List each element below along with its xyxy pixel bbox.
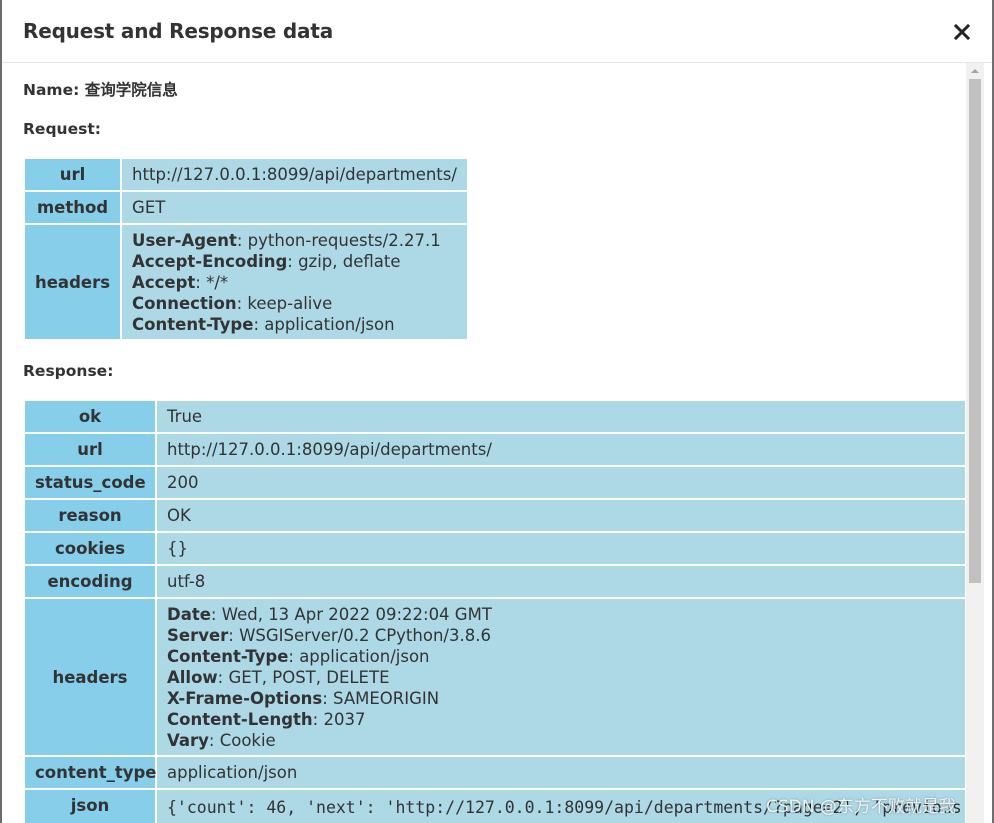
header-name: Accept xyxy=(132,272,196,292)
header-name: X-Frame-Options xyxy=(167,688,323,708)
modal-header: Request and Response data xyxy=(2,0,992,63)
header-line: Vary: Cookie xyxy=(167,730,957,751)
request-value-method: GET xyxy=(122,192,467,223)
vertical-scrollbar[interactable] xyxy=(966,63,984,823)
header-line: Content-Type: application/json xyxy=(167,646,957,667)
request-row-method: method GET xyxy=(25,192,467,223)
header-value: : application/json xyxy=(253,314,395,334)
response-key-headers: headers xyxy=(25,599,155,755)
header-name: Allow xyxy=(167,667,218,687)
header-line: Date: Wed, 13 Apr 2022 09:22:04 GMT xyxy=(167,604,957,625)
name-line: Name: 查询学院信息 xyxy=(23,78,178,100)
request-label: Request: xyxy=(23,120,101,138)
request-table: url http://127.0.0.1:8099/api/department… xyxy=(23,157,469,341)
header-line: Content-Type: application/json xyxy=(132,314,457,335)
header-value: : GET, POST, DELETE xyxy=(217,667,390,687)
header-name: Server xyxy=(167,625,229,645)
header-line: Content-Length: 2037 xyxy=(167,709,957,730)
response-value-cookies: {} xyxy=(157,533,965,564)
response-value-reason: OK xyxy=(157,500,965,531)
response-value-ok: True xyxy=(157,401,965,432)
header-value: : application/json xyxy=(288,646,430,666)
header-value: : Wed, 13 Apr 2022 09:22:04 GMT xyxy=(210,604,492,624)
response-table: ok True url http://127.0.0.1:8099/api/de… xyxy=(23,399,965,823)
header-value: : keep-alive xyxy=(236,293,333,313)
response-key-content-type: content_type xyxy=(25,757,156,788)
header-name: Accept-Encoding xyxy=(132,251,288,271)
request-row-headers: headers User-Agent: python-requests/2.27… xyxy=(25,225,467,339)
request-value-url: http://127.0.0.1:8099/api/departments/ xyxy=(122,159,467,190)
name-label: Name: xyxy=(23,81,80,99)
header-line: Accept-Encoding: gzip, deflate xyxy=(132,251,457,272)
request-key-method: method xyxy=(25,192,121,223)
response-key-cookies: cookies xyxy=(25,533,155,564)
scroll-up-arrow[interactable] xyxy=(966,63,984,77)
header-value: : gzip, deflate xyxy=(287,251,401,271)
header-line: Accept: */* xyxy=(132,272,457,293)
header-value: : Cookie xyxy=(208,730,276,750)
header-value: : 2037 xyxy=(312,709,366,729)
response-key-status-code: status_code xyxy=(25,467,155,498)
response-key-json: json xyxy=(25,790,155,823)
response-key-ok: ok xyxy=(25,401,155,432)
close-button[interactable] xyxy=(948,18,976,46)
header-value: : python-requests/2.27.1 xyxy=(236,230,441,250)
response-key-reason: reason xyxy=(25,500,155,531)
request-value-headers: User-Agent: python-requests/2.27.1 Accep… xyxy=(122,225,467,339)
header-value: : SAMEORIGIN xyxy=(322,688,440,708)
response-value-encoding: utf-8 xyxy=(157,566,965,597)
response-key-encoding: encoding xyxy=(25,566,155,597)
modal-body[interactable]: Name: 查询学院信息 Request: url http://127.0.0… xyxy=(2,63,965,823)
watermark: CSDN @东方不败就是我 xyxy=(766,797,956,817)
request-response-modal: Request and Response data Name: 查询学院信息 R… xyxy=(2,0,992,823)
header-line: User-Agent: python-requests/2.27.1 xyxy=(132,230,457,251)
response-row-headers: headers Date: Wed, 13 Apr 2022 09:22:04 … xyxy=(25,599,965,755)
header-name: Connection xyxy=(132,293,237,313)
header-line: Connection: keep-alive xyxy=(132,293,457,314)
response-value-url: http://127.0.0.1:8099/api/departments/ xyxy=(157,434,965,465)
response-row-cookies: cookies {} xyxy=(25,533,965,564)
header-value: : WSGIServer/0.2 CPython/3.8.6 xyxy=(228,625,491,645)
response-row-encoding: encoding utf-8 xyxy=(25,566,965,597)
name-value: 查询学院信息 xyxy=(84,81,178,99)
header-line: Server: WSGIServer/0.2 CPython/3.8.6 xyxy=(167,625,957,646)
response-row-content-type: content_type application/json xyxy=(25,757,965,788)
header-name: Content-Type xyxy=(167,646,289,666)
header-line: Allow: GET, POST, DELETE xyxy=(167,667,957,688)
header-name: Date xyxy=(167,604,211,624)
response-row-ok: ok True xyxy=(25,401,965,432)
scroll-thumb[interactable] xyxy=(969,79,981,583)
response-label: Response: xyxy=(23,362,114,380)
request-key-url: url xyxy=(25,159,121,190)
modal-title: Request and Response data xyxy=(23,19,333,43)
header-name: Content-Type xyxy=(132,314,254,334)
header-name: Content-Length xyxy=(167,709,313,729)
response-value-status-code: 200 xyxy=(157,467,965,498)
header-name: Vary xyxy=(167,730,209,750)
triangle-up-icon xyxy=(971,69,979,73)
close-icon xyxy=(953,23,971,41)
response-key-url: url xyxy=(25,434,155,465)
header-name: User-Agent xyxy=(132,230,237,250)
request-key-headers: headers xyxy=(25,225,121,339)
response-value-content-type: application/json xyxy=(157,757,965,788)
response-row-url: url http://127.0.0.1:8099/api/department… xyxy=(25,434,965,465)
header-line: X-Frame-Options: SAMEORIGIN xyxy=(167,688,957,709)
response-row-reason: reason OK xyxy=(25,500,965,531)
response-row-status-code: status_code 200 xyxy=(25,467,965,498)
request-row-url: url http://127.0.0.1:8099/api/department… xyxy=(25,159,467,190)
header-value: : */* xyxy=(195,272,229,292)
response-value-headers: Date: Wed, 13 Apr 2022 09:22:04 GMT Serv… xyxy=(157,599,965,755)
